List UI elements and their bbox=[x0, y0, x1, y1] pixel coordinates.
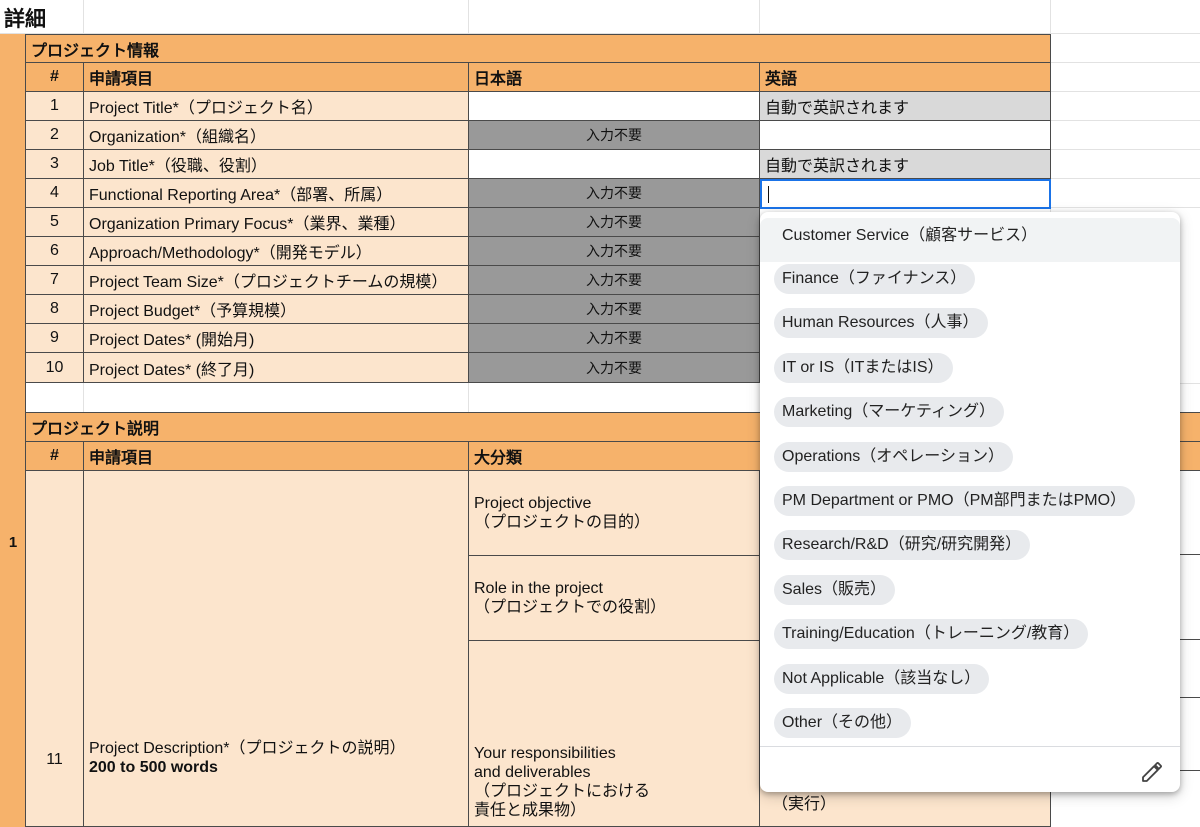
row-item[interactable]: Approach/Methodology*（開発モデル） bbox=[84, 237, 469, 266]
pencil-icon[interactable] bbox=[1140, 760, 1164, 784]
header-num[interactable]: # bbox=[26, 442, 84, 471]
grid-line bbox=[1050, 178, 1200, 179]
detail-partial-text: （実行） bbox=[772, 796, 837, 813]
sheet-title: 詳細 bbox=[4, 8, 46, 31]
category-ja: 責任と成果物） bbox=[474, 802, 587, 819]
row-num[interactable]: 2 bbox=[26, 121, 84, 150]
row-group-bar bbox=[0, 34, 26, 827]
dropdown-option-sales[interactable]: Sales（販売） bbox=[774, 575, 896, 605]
dropdown-option-finance[interactable]: Finance（ファイナンス） bbox=[774, 264, 976, 294]
row-item[interactable]: Functional Reporting Area*（部署、所属） bbox=[84, 179, 469, 208]
dropdown-option-research[interactable]: Research/R&D（研究/研究開発） bbox=[774, 530, 1031, 560]
dropdown-option-marketing[interactable]: Marketing（マーケティング） bbox=[774, 397, 1004, 427]
category-en: Project objective bbox=[474, 495, 592, 512]
category-en: Role in the project bbox=[474, 580, 603, 597]
row-num[interactable]: 9 bbox=[26, 324, 84, 353]
grid-line bbox=[468, 0, 469, 34]
grid-line bbox=[468, 383, 469, 412]
row-num[interactable]: 6 bbox=[26, 237, 84, 266]
dropdown-option-training[interactable]: Training/Education（トレーニング/教育） bbox=[774, 619, 1089, 649]
row-num[interactable]: 11 bbox=[26, 471, 84, 827]
row-item[interactable]: Organization*（組織名） bbox=[84, 121, 469, 150]
row-num[interactable]: 4 bbox=[26, 179, 84, 208]
row-num[interactable]: 1 bbox=[26, 92, 84, 121]
row-item[interactable]: Project Dates* (終了月) bbox=[84, 353, 469, 383]
dropdown-option-not-applicable[interactable]: Not Applicable（該当なし） bbox=[774, 664, 990, 694]
dropdown-option-customer-service[interactable]: Customer Service（顧客サービス） bbox=[774, 221, 1046, 251]
row-english-input[interactable] bbox=[760, 121, 1051, 150]
row-item-label: Project Description*（プロジェクトの説明） bbox=[89, 740, 406, 757]
category-ja: （プロジェクトの目的） bbox=[474, 514, 651, 531]
grid-line bbox=[1050, 207, 1200, 208]
row-japanese-not-required[interactable]: 入力不要 bbox=[469, 208, 760, 237]
row-num[interactable]: 3 bbox=[26, 150, 84, 179]
row-japanese-not-required[interactable]: 入力不要 bbox=[469, 121, 760, 150]
header-item[interactable]: 申請項目 bbox=[84, 63, 469, 92]
grid-line bbox=[1050, 91, 1200, 92]
row-item[interactable]: Job Title*（役職、役割） bbox=[84, 150, 469, 179]
row-japanese-not-required[interactable]: 入力不要 bbox=[469, 295, 760, 324]
selected-cell-english[interactable] bbox=[760, 179, 1051, 209]
category-cell[interactable]: Your responsibilities and deliverables （… bbox=[469, 641, 760, 827]
grid-line bbox=[1050, 149, 1200, 150]
grid-line bbox=[83, 0, 84, 34]
row-english[interactable]: 自動で英訳されます bbox=[760, 150, 1051, 179]
row-item[interactable]: Organization Primary Focus*（業界、業種） bbox=[84, 208, 469, 237]
grid-line bbox=[759, 0, 760, 34]
row-japanese-input[interactable] bbox=[469, 150, 760, 179]
row-item[interactable]: Project Budget*（予算規模） bbox=[84, 295, 469, 324]
category-ja: （プロジェクトでの役割） bbox=[474, 599, 667, 616]
row-num[interactable]: 8 bbox=[26, 295, 84, 324]
dropdown-option-pm-department[interactable]: PM Department or PMO（PM部門またはPMO） bbox=[774, 486, 1136, 516]
row-num[interactable]: 10 bbox=[26, 353, 84, 383]
row-item-note: 200 to 500 words bbox=[89, 759, 218, 776]
row-num[interactable]: 5 bbox=[26, 208, 84, 237]
dropdown-option-it-or-is[interactable]: IT or IS（ITまたはIS） bbox=[774, 353, 953, 383]
row-english[interactable]: 自動で英訳されます bbox=[760, 92, 1051, 121]
dropdown-menu: Customer Service（顧客サービス） Finance（ファイナンス）… bbox=[760, 212, 1180, 792]
dropdown-option-operations[interactable]: Operations（オペレーション） bbox=[774, 442, 1013, 472]
grid-line bbox=[1050, 120, 1200, 121]
category-en: Your responsibilities bbox=[474, 745, 616, 762]
row-japanese-input[interactable] bbox=[469, 92, 760, 121]
row-num[interactable]: 7 bbox=[26, 266, 84, 295]
row-japanese-not-required[interactable]: 入力不要 bbox=[469, 237, 760, 266]
category-cell[interactable]: Role in the project （プロジェクトでの役割） bbox=[469, 556, 760, 641]
row-item[interactable]: Project Title*（プロジェクト名） bbox=[84, 92, 469, 121]
grid-line bbox=[1050, 62, 1200, 63]
text-cursor bbox=[768, 186, 769, 203]
header-num[interactable]: # bbox=[26, 63, 84, 92]
row-item[interactable]: Project Dates* (開始月) bbox=[84, 324, 469, 353]
section-title-project-info[interactable]: プロジェクト情報 bbox=[26, 34, 1051, 63]
row-japanese-not-required[interactable]: 入力不要 bbox=[469, 324, 760, 353]
category-cell[interactable]: Project objective （プロジェクトの目的） bbox=[469, 471, 760, 556]
row-japanese-not-required[interactable]: 入力不要 bbox=[469, 353, 760, 383]
grid-line bbox=[83, 383, 84, 412]
row-group-number: 1 bbox=[8, 534, 18, 551]
row-item[interactable]: Project Team Size*（プロジェクトチームの規模） bbox=[84, 266, 469, 295]
dropdown-option-other[interactable]: Other（その他） bbox=[774, 708, 912, 738]
header-english[interactable]: 英語 bbox=[760, 63, 1051, 92]
row-item-description[interactable]: Project Description*（プロジェクトの説明） 200 to 5… bbox=[84, 471, 469, 827]
header-item[interactable]: 申請項目 bbox=[84, 442, 469, 471]
dropdown-option-human-resources[interactable]: Human Resources（人事） bbox=[774, 308, 988, 338]
row-japanese-not-required[interactable]: 入力不要 bbox=[469, 179, 760, 208]
header-japanese[interactable]: 日本語 bbox=[469, 63, 760, 92]
row-japanese-not-required[interactable]: 入力不要 bbox=[469, 266, 760, 295]
dropdown-divider bbox=[760, 746, 1180, 747]
category-en: and deliverables bbox=[474, 764, 591, 781]
category-ja: （プロジェクトにおける bbox=[474, 783, 651, 800]
